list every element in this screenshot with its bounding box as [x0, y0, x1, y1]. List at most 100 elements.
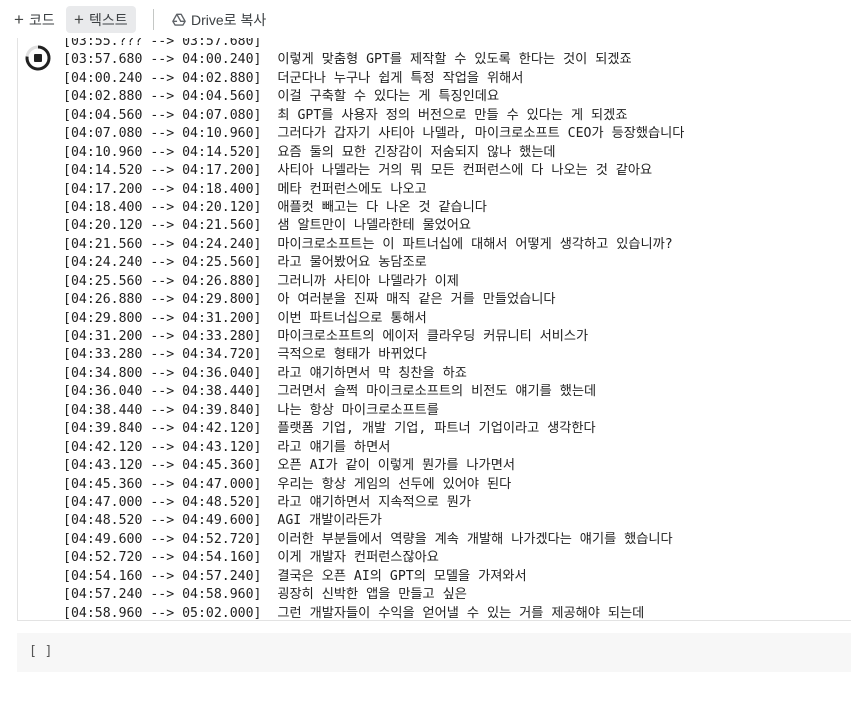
transcript-line: [04:18.400 --> 04:20.120] 애플컷 빼고는 다 나온 것…	[63, 199, 684, 217]
transcript-text: 굉장히 신박한 앱을 만들고 싶은	[277, 587, 467, 603]
transcript-text: 아 여러분을 진짜 매직 같은 거를 만들었습니다	[277, 292, 556, 308]
transcript-line: [04:34.800 --> 04:36.040] 라고 얘기하면서 막 칭찬을…	[63, 365, 684, 383]
timestamp: [04:14.520 --> 04:17.200]	[63, 163, 262, 179]
timestamp: [04:04.560 --> 04:07.080]	[63, 107, 262, 123]
transcript-line: [04:39.840 --> 04:42.120] 플랫폼 기업, 개발 기업,…	[63, 420, 684, 438]
timestamp: [04:48.520 --> 04:49.600]	[63, 513, 262, 529]
transcript-text: 요즘 둘의 묘한 긴장감이 저숨되지 않나 했는데	[277, 144, 556, 160]
google-drive-icon	[172, 13, 186, 26]
transcript-line: [04:24.240 --> 04:25.560] 라고 물어봤어요 농담조로	[63, 254, 684, 272]
transcript-line: [04:21.560 --> 04:24.240] 마이크로소프트는 이 파트너…	[63, 236, 684, 254]
transcript-text: 그러면서 슬쩍 마이크로소프트의 비전도 얘기를 했는데	[277, 384, 597, 400]
transcript-text: 이번 파트너십으로 통해서	[277, 310, 427, 326]
transcript-line: [04:02.880 --> 04:04.560] 이걸 구축할 수 있다는 게…	[63, 88, 684, 106]
transcript-line: [03:57.680 --> 04:00.240] 이렇게 맞춤형 GPT를 제…	[63, 51, 684, 69]
transcript-line: [04:26.880 --> 04:29.800] 아 여러분을 진짜 매직 같…	[63, 291, 684, 309]
stop-icon[interactable]	[23, 43, 53, 73]
timestamp: [04:31.200 --> 04:33.280]	[63, 329, 262, 344]
timestamp: [04:20.120 --> 04:21.560]	[63, 218, 262, 234]
transcript-line: [04:33.280 --> 04:34.720] 극적으로 형태가 바뀌었다	[63, 346, 684, 364]
timestamp: [04:43.120 --> 04:45.360]	[63, 458, 262, 474]
transcript-line: [04:14.520 --> 04:17.200] 사티아 나델라는 거의 뭐 …	[63, 162, 684, 180]
transcript-line: [04:25.560 --> 04:26.880] 그러니까 사티아 나델라가 …	[63, 273, 684, 291]
transcript-line: [04:07.080 --> 04:10.960] 그러다가 갑자기 사티아 나…	[63, 125, 684, 143]
transcript-text: 그런 개발자들이 수익을 얻어낼 수 있는 거를 제공해야 되는데	[277, 605, 645, 621]
transcript-text: 메타 컨퍼런스에도 나오고	[277, 181, 427, 197]
timestamp: [04:39.840 --> 04:42.120]	[63, 421, 262, 437]
timestamp: [04:57.240 --> 04:58.960]	[63, 587, 262, 603]
transcript-text: AGI 개발이라든가	[277, 513, 382, 529]
transcript-text: 라고 얘기하면서 지속적으로 뭔가	[277, 494, 472, 510]
transcript-line: [04:47.000 --> 04:48.520] 라고 얘기하면서 지속적으로…	[63, 494, 684, 512]
timestamp: [04:18.400 --> 04:20.120]	[63, 199, 262, 215]
transcript-text: 라고 얘기를 하면서	[277, 439, 391, 455]
execution-count: [ ]	[29, 644, 53, 659]
timestamp: [04:38.440 --> 04:39.840]	[63, 402, 262, 418]
timestamp: [04:10.960 --> 04:14.520]	[63, 144, 262, 160]
add-code-button[interactable]: + 코드	[6, 6, 63, 33]
transcript-line: [04:36.040 --> 04:38.440] 그러면서 슬쩍 마이크로소프…	[63, 383, 684, 401]
transcript-line: [04:29.800 --> 04:31.200] 이번 파트너십으로 통해서	[63, 310, 684, 328]
timestamp: [04:36.040 --> 04:38.440]	[63, 384, 262, 400]
transcript-line: [04:57.240 --> 04:58.960] 굉장히 신박한 앱을 만들고…	[63, 586, 684, 604]
add-text-label: 텍스트	[88, 11, 128, 28]
timestamp: [04:21.560 --> 04:24.240]	[63, 236, 262, 252]
transcript-text: 사티아 나델라는 거의 뭐 모든 컨퍼런스에 다 나오는 것 같아요	[277, 163, 653, 179]
timestamp: [04:45.360 --> 04:47.000]	[63, 476, 262, 492]
timestamp: [04:42.120 --> 04:43.120]	[63, 439, 262, 455]
timestamp: [04:47.000 --> 04:48.520]	[63, 494, 262, 510]
transcript-line: [04:45.360 --> 04:47.000] 우리는 항상 게임의 선두에…	[63, 476, 684, 494]
transcript-line: [04:04.560 --> 04:07.080] 최 GPT를 사용자 정의 …	[63, 107, 684, 125]
transcript-text: 마이크로소프트는 이 파트너십에 대해서 어떻게 생각하고 있습니까?	[277, 236, 673, 252]
transcript-text: 결국은 오픈 AI의 GPT의 모델을 가져와서	[277, 568, 527, 584]
transcript-line: [04:20.120 --> 04:21.560] 샘 알트만이 나델라한테 물…	[63, 217, 684, 235]
timestamp: [04:34.800 --> 04:36.040]	[63, 365, 262, 381]
timestamp: [04:00.240 --> 04:02.880]	[63, 70, 262, 86]
transcript-line: [04:52.720 --> 04:54.160] 이게 개발자 컨퍼런스잖아요	[63, 549, 684, 567]
transcript-text: 극적으로 형태가 바뀌었다	[277, 347, 427, 363]
transcript-line: [04:54.160 --> 04:57.240] 결국은 오픈 AI의 GPT…	[63, 568, 684, 586]
timestamp: [03:57.680 --> 04:00.240]	[63, 52, 262, 68]
transcript-text: 우리는 항상 게임의 선두에 있어야 된다	[277, 476, 512, 492]
transcript-text: 라고 얘기하면서 막 칭찬을 하죠	[277, 365, 467, 381]
timestamp: [04:17.200 --> 04:18.400]	[63, 181, 262, 197]
timestamp: [04:25.560 --> 04:26.880]	[63, 273, 262, 289]
output-cell: [03:55.??? --> 03:57.680] [03:57.680 -->…	[17, 38, 851, 621]
transcript-line: [04:43.120 --> 04:45.360] 오픈 AI가 같이 이렇게 …	[63, 457, 684, 475]
transcript-line: [04:31.200 --> 04:33.280] 마이크로소프트의 에이저 클…	[63, 328, 684, 346]
timestamp: [04:07.080 --> 04:10.960]	[63, 126, 262, 142]
transcript-text: 마이크로소프트의 에이저 클라우딩 커뮤니티 서비스가	[277, 329, 589, 344]
copy-to-drive-label: Drive로 복사	[191, 11, 267, 28]
add-text-button[interactable]: + 텍스트	[66, 6, 136, 33]
transcript-line: [04:48.520 --> 04:49.600] AGI 개발이라든가	[63, 512, 684, 530]
transcript-lines: [03:55.??? --> 03:57.680] [03:57.680 -->…	[63, 38, 684, 621]
transcript-text: 최 GPT를 사용자 정의 버전으로 만들 수 있다는 게 되겠죠	[277, 107, 628, 123]
timestamp: [04:29.800 --> 04:31.200]	[63, 310, 262, 326]
transcript-text: 이렇게 맞춤형 GPT를 제작할 수 있도록 한다는 것이 되겠죠	[277, 52, 632, 68]
timestamp: [04:02.880 --> 04:04.560]	[63, 89, 262, 105]
copy-to-drive-button[interactable]: Drive로 복사	[164, 6, 274, 33]
transcript-text: 그러다가 갑자기 사티아 나델라, 마이크로소프트 CEO가 등장했습니다	[277, 126, 685, 142]
timestamp: [04:26.880 --> 04:29.800]	[63, 292, 262, 308]
timestamp: [04:58.960 --> 05:02.000]	[63, 605, 262, 621]
transcript-text: 이게 개발자 컨퍼런스잖아요	[277, 550, 439, 566]
transcript-text: 더군다나 누구나 쉽게 특정 작업을 위해서	[277, 70, 524, 86]
plus-icon: +	[14, 10, 24, 29]
transcript-line: [04:17.200 --> 04:18.400] 메타 컨퍼런스에도 나오고	[63, 181, 684, 199]
transcript-line: [04:49.600 --> 04:52.720] 이러한 부분들에서 역량을 …	[63, 531, 684, 549]
timestamp: [04:49.600 --> 04:52.720]	[63, 531, 262, 547]
transcript-line: [04:00.240 --> 04:02.880] 더군다나 누구나 쉽게 특정…	[63, 70, 684, 88]
transcript-text: 샘 알트만이 나델라한테 물었어요	[277, 218, 472, 234]
empty-code-cell[interactable]: [ ]	[17, 633, 851, 672]
toolbar-divider	[153, 9, 154, 30]
add-code-label: 코드	[28, 11, 55, 28]
transcript-text: 이걸 구축할 수 있다는 게 특징인데요	[277, 89, 500, 105]
transcript-text: 라고 물어봤어요 농담조로	[277, 255, 427, 271]
timestamp: [03:55.??? --> 03:57.680]	[63, 38, 262, 49]
plus-icon: +	[74, 10, 84, 29]
timestamp: [04:24.240 --> 04:25.560]	[63, 255, 262, 271]
transcript-text: 그러니까 사티아 나델라가 이제	[277, 273, 459, 289]
transcript-text: 이러한 부분들에서 역량을 계속 개발해 나가겠다는 얘기를 했습니다	[277, 531, 673, 547]
transcript-text: 나는 항상 마이크로소프트를	[277, 402, 439, 418]
transcript-line: [04:10.960 --> 04:14.520] 요즘 둘의 묘한 긴장감이 …	[63, 144, 684, 162]
